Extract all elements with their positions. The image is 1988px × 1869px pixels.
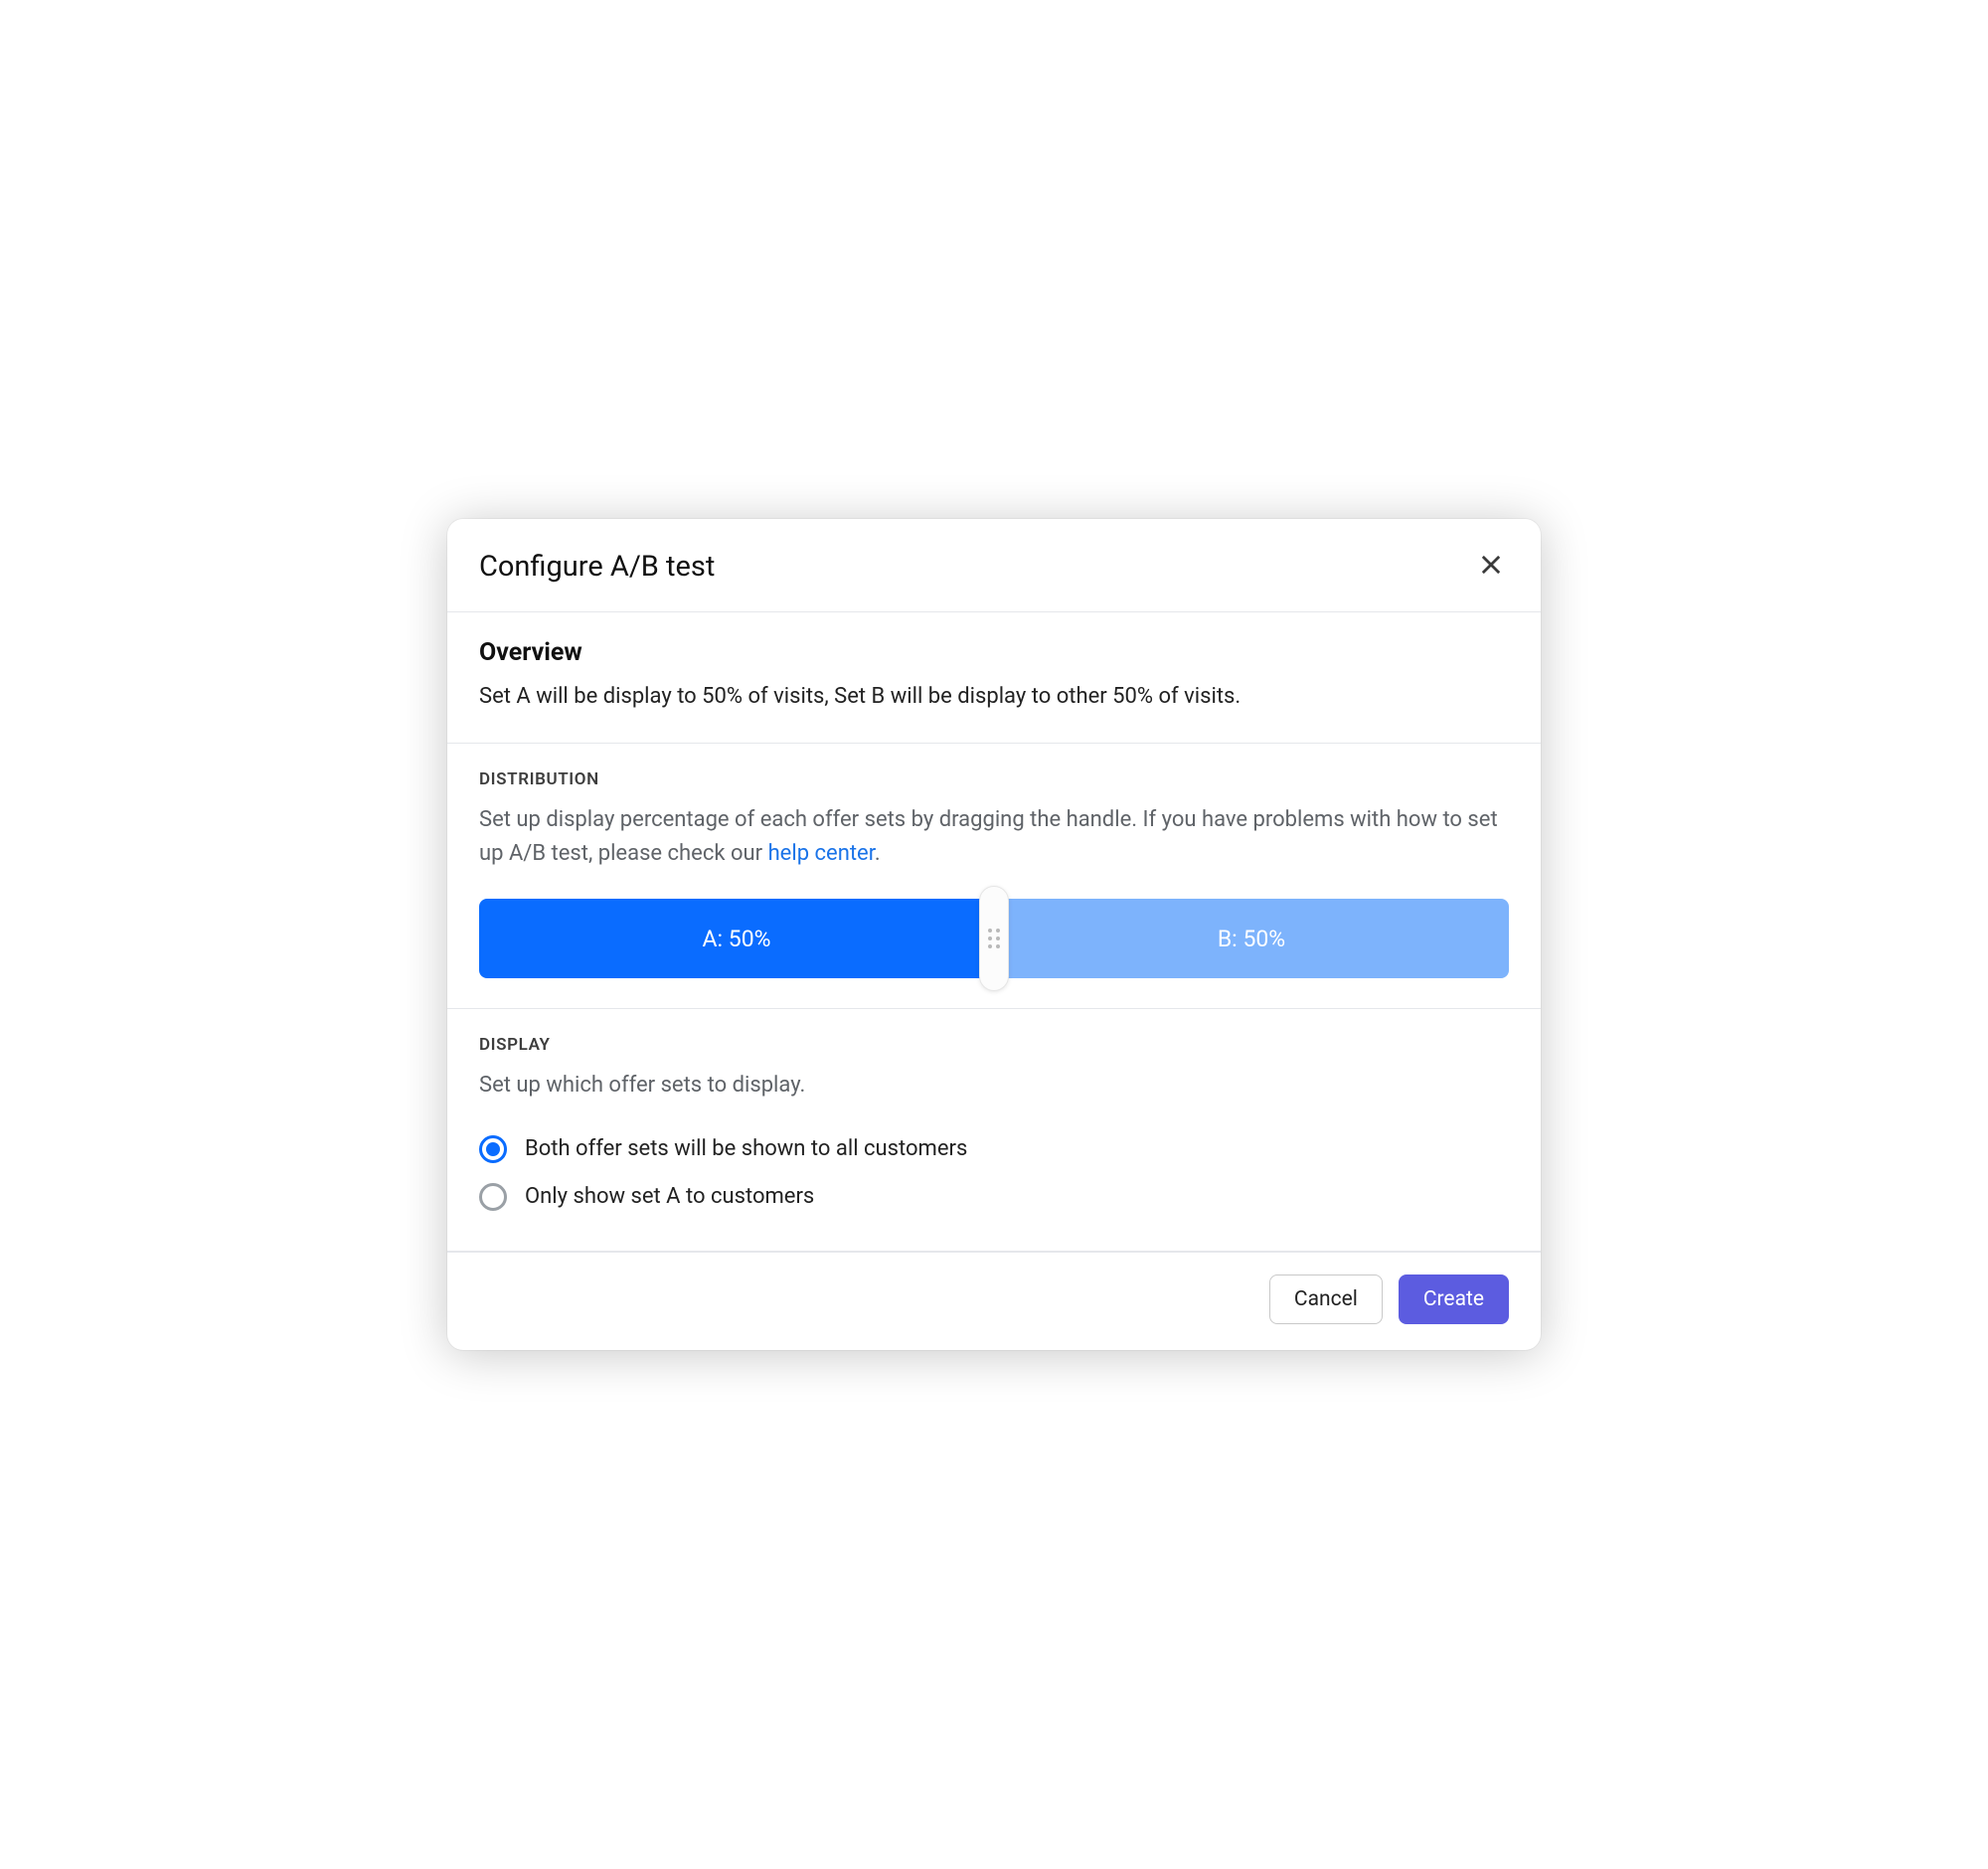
distribution-desc-after: . (875, 841, 881, 866)
display-label: DISPLAY (479, 1035, 1509, 1055)
slider-a-label: A: 50% (703, 926, 771, 952)
close-button[interactable] (1473, 547, 1509, 586)
slider-handle[interactable] (979, 886, 1009, 991)
overview-section: Overview Set A will be display to 50% of… (447, 612, 1541, 744)
modal-footer: Cancel Create (447, 1252, 1541, 1350)
radio-label: Only show set A to customers (525, 1184, 814, 1209)
modal-title: Configure A/B test (479, 550, 715, 584)
display-section: DISPLAY Set up which offer sets to displ… (447, 1009, 1541, 1251)
cancel-button[interactable]: Cancel (1269, 1274, 1383, 1324)
slider-segment-a: A: 50% (479, 899, 994, 978)
help-center-link[interactable]: help center (768, 841, 875, 866)
distribution-description: Set up display percentage of each offer … (479, 803, 1509, 871)
radio-option-set-a-only[interactable]: Only show set A to customers (479, 1173, 1509, 1221)
slider-segment-b: B: 50% (994, 899, 1509, 978)
radio-icon (479, 1183, 507, 1211)
distribution-section: DISTRIBUTION Set up display percentage o… (447, 744, 1541, 1009)
modal-header: Configure A/B test (447, 519, 1541, 612)
close-icon (1477, 551, 1505, 579)
radio-label: Both offer sets will be shown to all cus… (525, 1136, 967, 1161)
create-button[interactable]: Create (1399, 1274, 1509, 1324)
configure-ab-test-modal: Configure A/B test Overview Set A will b… (447, 519, 1541, 1349)
display-radio-group: Both offer sets will be shown to all cus… (479, 1125, 1509, 1221)
distribution-slider[interactable]: A: 50% B: 50% (479, 899, 1509, 978)
slider-b-label: B: 50% (1218, 926, 1285, 952)
distribution-label: DISTRIBUTION (479, 769, 1509, 789)
radio-icon (479, 1135, 507, 1163)
display-description: Set up which offer sets to display. (479, 1069, 1509, 1103)
overview-heading: Overview (479, 638, 1509, 667)
distribution-desc-text: Set up display percentage of each offer … (479, 807, 1498, 866)
drag-handle-icon (988, 929, 1000, 948)
overview-text: Set A will be display to 50% of visits, … (479, 681, 1509, 713)
radio-option-both-sets[interactable]: Both offer sets will be shown to all cus… (479, 1125, 1509, 1173)
